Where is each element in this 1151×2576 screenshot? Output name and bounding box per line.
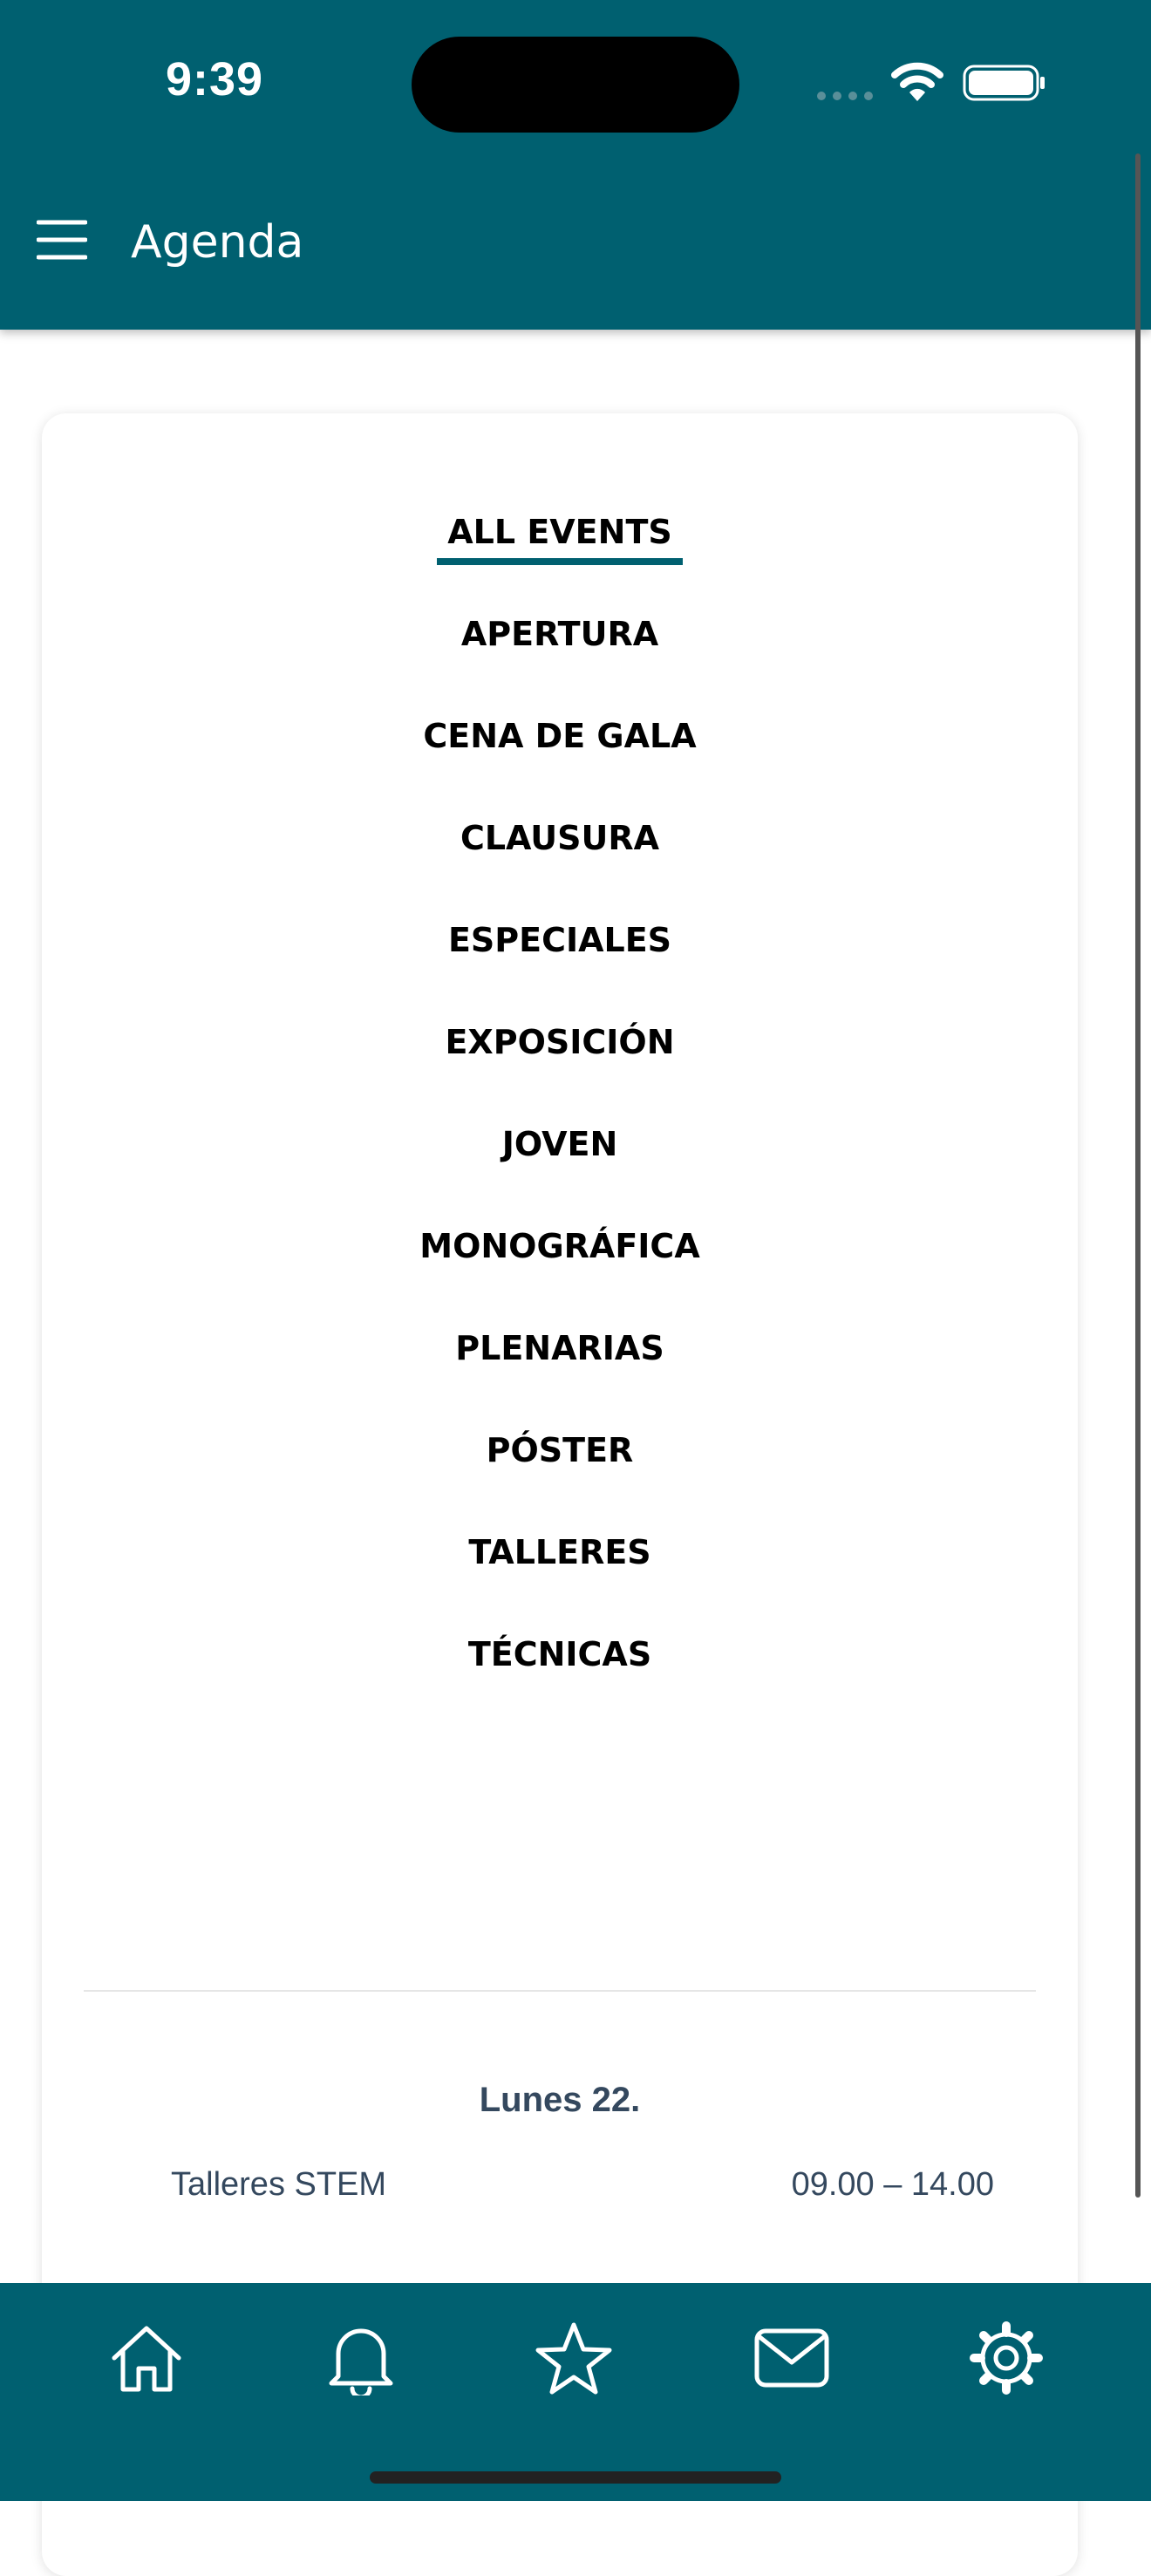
- filter-tab-especiales[interactable]: ESPECIALES: [42, 919, 1078, 1021]
- filter-tab-apertura[interactable]: APERTURA: [42, 613, 1078, 715]
- wifi-icon: [891, 62, 943, 101]
- filter-tab-label: TALLERES: [468, 1533, 651, 1571]
- category-filter-list: ALL EVENTS APERTURA CENA DE GALA CLAUSUR…: [42, 511, 1078, 1735]
- filter-tab-plenarias[interactable]: PLENARIAS: [42, 1327, 1078, 1429]
- filter-tab-label: PLENARIAS: [455, 1329, 664, 1367]
- event-name[interactable]: Talleres STEM: [171, 2166, 386, 2204]
- notifications-tab-button[interactable]: [317, 2314, 405, 2402]
- filter-tab-label: JOVEN: [501, 1125, 618, 1163]
- filter-tab-label: CLAUSURA: [460, 819, 660, 857]
- filter-tab-tecnicas[interactable]: TÉCNICAS: [42, 1633, 1078, 1735]
- day-heading: Lunes 22.: [479, 2081, 641, 2119]
- filter-tab-label: EXPOSICIÓN: [445, 1023, 675, 1061]
- filter-tab-monografica[interactable]: MONOGRÁFICA: [42, 1225, 1078, 1327]
- scroll-indicator[interactable]: [1135, 153, 1141, 2198]
- filter-tab-talleres[interactable]: TALLERES: [42, 1531, 1078, 1633]
- app-header: 9:39 Agenda: [0, 0, 1151, 330]
- filter-tab-label: CENA DE GALA: [423, 717, 697, 755]
- filter-tab-clausura[interactable]: CLAUSURA: [42, 817, 1078, 919]
- agenda-card: ALL EVENTS APERTURA CENA DE GALA CLAUSUR…: [42, 413, 1078, 2576]
- filter-tab-label: ESPECIALES: [447, 921, 672, 959]
- bottom-tab-bar: [0, 2283, 1151, 2501]
- messages-tab-button[interactable]: [748, 2314, 835, 2402]
- filter-tab-label: APERTURA: [460, 615, 659, 653]
- home-indicator[interactable]: [370, 2471, 781, 2484]
- filter-tab-label: MONOGRÁFICA: [419, 1227, 700, 1265]
- filter-tab-label: TÉCNICAS: [467, 1635, 652, 1673]
- cellular-signal-icon: [817, 92, 873, 100]
- settings-tab-button[interactable]: [963, 2314, 1050, 2402]
- dynamic-island: [412, 37, 739, 133]
- home-tab-button[interactable]: [103, 2314, 190, 2402]
- home-icon: [112, 2326, 181, 2392]
- favorites-tab-button[interactable]: [530, 2314, 617, 2402]
- gear-icon: [970, 2321, 1043, 2395]
- status-time: 9:39: [166, 53, 264, 106]
- star-icon: [535, 2322, 612, 2395]
- section-divider: [84, 1990, 1036, 1992]
- filter-tab-joven[interactable]: JOVEN: [42, 1123, 1078, 1225]
- filter-tab-exposicion[interactable]: EXPOSICIÓN: [42, 1021, 1078, 1123]
- filter-tab-label: PÓSTER: [486, 1431, 634, 1469]
- filter-tab-poster[interactable]: PÓSTER: [42, 1429, 1078, 1531]
- page-title: Agenda: [131, 216, 304, 269]
- filter-tab-label: ALL EVENTS: [437, 511, 683, 565]
- filter-tab-cena-de-gala[interactable]: CENA DE GALA: [42, 715, 1078, 817]
- bell-icon: [329, 2328, 393, 2395]
- hamburger-menu-icon[interactable]: [37, 218, 87, 262]
- mail-icon: [754, 2328, 829, 2388]
- event-time: 09.00 – 14.00: [791, 2166, 994, 2203]
- filter-tab-all-events[interactable]: ALL EVENTS: [42, 511, 1078, 613]
- battery-icon: [963, 65, 1045, 101]
